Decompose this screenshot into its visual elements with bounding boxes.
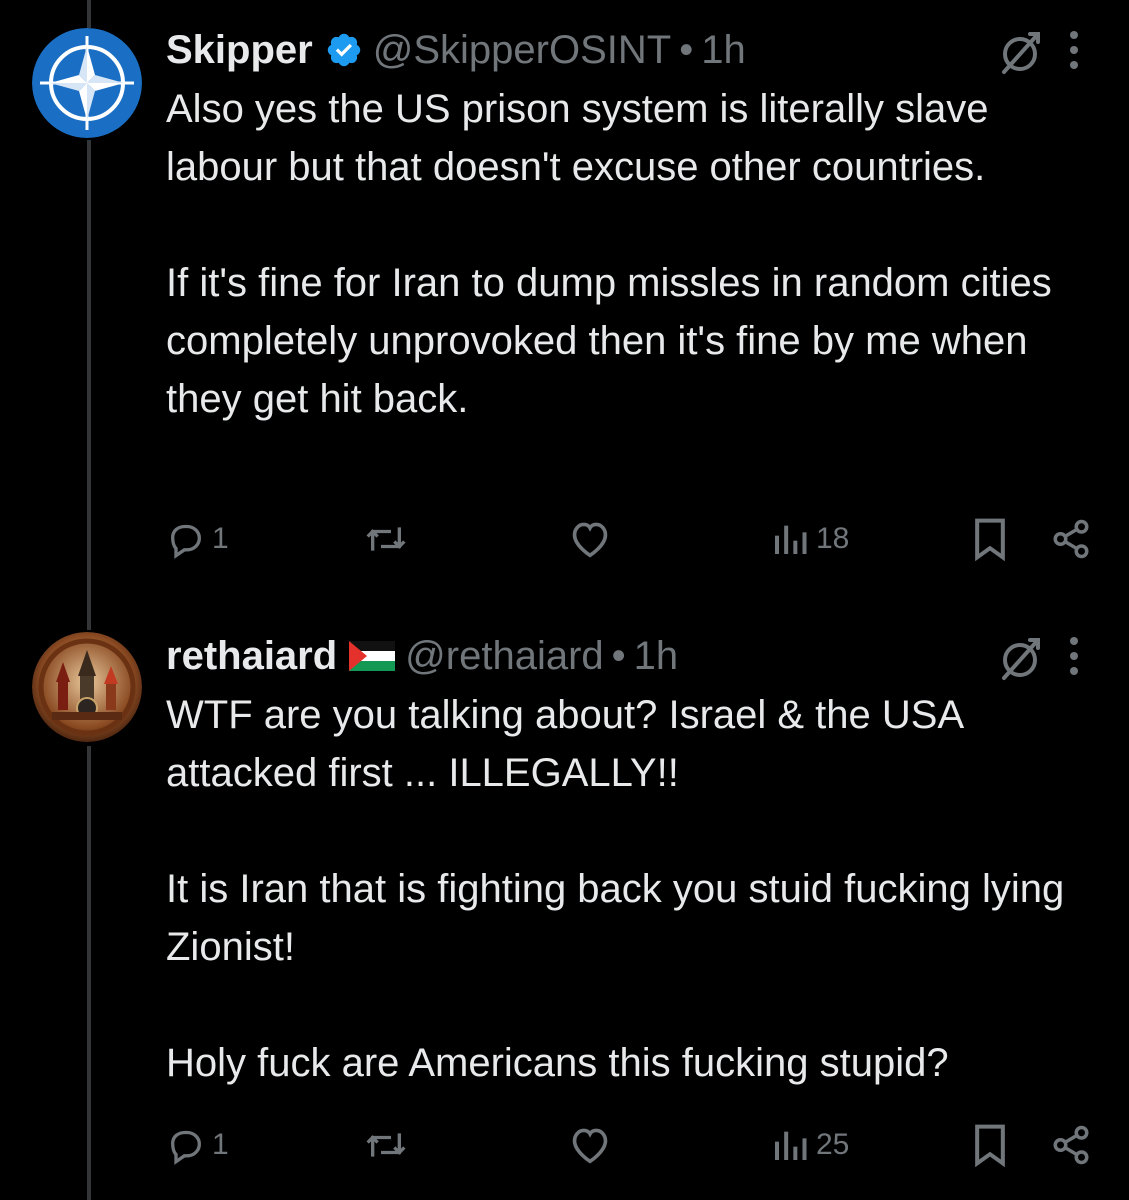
grok-icon[interactable] [996,634,1044,682]
heart-icon [572,522,608,558]
reply-button[interactable]: 1 [166,1120,229,1170]
action-bar: 1 18 [0,514,1129,564]
separator-dot: • [679,27,694,72]
user-handle[interactable]: @rethaiard [405,634,603,679]
bookmark-button[interactable] [970,514,1010,564]
post-paragraph: Holy fuck are Americans this fucking stu… [166,1041,949,1085]
post-text: WTF are you talking about? Israel & the … [166,686,1106,1092]
grok-icon[interactable] [996,28,1044,76]
bookmark-button[interactable] [970,1120,1010,1170]
retweet-icon [366,527,406,551]
reply-icon [170,524,202,559]
verified-badge-icon [325,31,363,69]
separator-dot: • [611,633,626,678]
like-button[interactable] [568,514,618,564]
views-count: 25 [816,1128,850,1161]
views-icon [775,1131,807,1160]
display-name[interactable]: rethaiard [166,634,337,679]
like-button[interactable] [568,1120,618,1170]
more-options-icon[interactable] [1066,636,1082,676]
temple-emblem-icon [32,632,142,742]
more-options-icon[interactable] [1066,30,1082,70]
share-button[interactable] [1050,514,1092,564]
views-icon [775,525,807,554]
reply-icon [170,1130,202,1165]
share-icon [1053,519,1089,559]
retweet-button[interactable] [362,514,416,564]
palestine-flag-icon [349,641,396,671]
post-time[interactable]: 1h [701,28,746,73]
display-name[interactable]: Skipper [166,28,313,73]
avatar[interactable] [32,28,142,138]
views-count: 18 [816,522,850,555]
post-header: rethaiard @rethaiard • 1h [166,634,678,678]
share-icon [1053,1125,1089,1165]
post-paragraph: Also yes the US prison system is literal… [166,87,989,189]
thread-line-top [87,0,91,28]
reply-button[interactable]: 1 [166,514,229,564]
views-button[interactable]: 25 [770,1120,849,1170]
retweet-button[interactable] [362,1120,416,1170]
share-button[interactable] [1050,1120,1092,1170]
avatar[interactable] [32,632,142,742]
post-paragraph: It is Iran that is fighting back you stu… [166,867,1065,969]
post-paragraph: If it's fine for Iran to dump missles in… [166,261,1052,421]
reply-count: 1 [212,522,229,555]
views-button[interactable]: 18 [770,514,849,564]
retweet-icon [366,1133,406,1157]
user-handle[interactable]: @SkipperOSINT [373,28,671,73]
post-text: Also yes the US prison system is literal… [166,80,1106,428]
post-paragraph: WTF are you talking about? Israel & the … [166,693,962,795]
bookmark-icon [975,518,1005,561]
compass-star-icon [32,28,142,138]
heart-icon [572,1128,608,1164]
post-time[interactable]: 1h [634,634,679,679]
reply-count: 1 [212,1128,229,1161]
post-header: Skipper @SkipperOSINT • 1h [166,28,746,72]
bookmark-icon [975,1124,1005,1167]
action-bar: 1 25 [0,1120,1129,1170]
